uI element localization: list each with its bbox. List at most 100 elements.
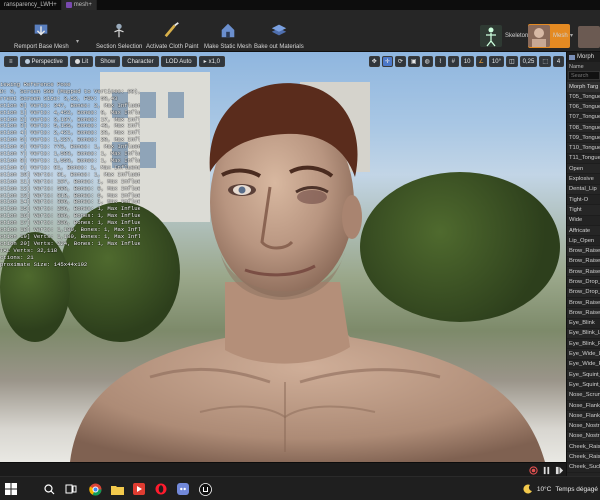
- tab-mesh[interactable]: mesh+: [61, 0, 97, 10]
- grid-snap-icon[interactable]: #: [447, 56, 459, 67]
- rotate-tool-icon[interactable]: ⟳: [394, 56, 406, 67]
- opera-icon[interactable]: [154, 482, 168, 496]
- stats-line: proximate Size: 145x44x192: [0, 260, 88, 268]
- morph-target-list: T05_Tongue T06_Tongue T07_Tongue T08_Tongue…: [567, 92, 600, 473]
- windows-taskbar: 10°C Temps dégagé: [0, 476, 600, 500]
- morph-target-item[interactable]: Tight-O: [567, 195, 600, 206]
- unreal-engine-icon[interactable]: [198, 482, 212, 496]
- morph-target-item[interactable]: Brow_Raise: [567, 246, 600, 257]
- chrome-icon[interactable]: [88, 482, 102, 496]
- morph-target-item[interactable]: Eye_Blink_R: [567, 339, 600, 350]
- skeleton-mode-button[interactable]: Skeleton: [480, 24, 528, 48]
- camera-speed-icon[interactable]: ⬚: [539, 56, 551, 67]
- morph-target-item[interactable]: Nose_Nostri: [567, 422, 600, 432]
- surface-snap-icon[interactable]: ⌇: [434, 56, 446, 67]
- remport-dropdown-icon[interactable]: ▾: [76, 38, 79, 45]
- morph-target-item[interactable]: Nose_Flank: [567, 411, 600, 422]
- lod-auto-button[interactable]: LOD Auto: [160, 56, 197, 67]
- morph-target-item[interactable]: Eye_Blink: [567, 319, 600, 329]
- scale-snap-value[interactable]: 0,25: [519, 56, 538, 67]
- perspective-button[interactable]: Perspective: [19, 56, 68, 67]
- morph-target-item[interactable]: Brow_Raise: [567, 267, 600, 278]
- section-selection-button[interactable]: Section Selection: [96, 12, 142, 50]
- scale-snap-icon[interactable]: ◫: [505, 56, 518, 67]
- grid-snap-value[interactable]: 10: [460, 56, 474, 67]
- morph-target-item[interactable]: Nose_Nostri: [567, 431, 600, 443]
- document-tabs: ransparency_LWH+ mesh+: [0, 0, 600, 10]
- world-local-icon[interactable]: ◍: [421, 56, 433, 67]
- morph-target-item[interactable]: Nose_Scrun: [567, 390, 600, 401]
- viewport-options-button[interactable]: ≡: [4, 56, 18, 67]
- loop-icon[interactable]: [555, 466, 564, 475]
- morph-target-item[interactable]: Cheek_Raise: [567, 452, 600, 463]
- light-icon: [74, 59, 80, 64]
- morph-target-item[interactable]: Open: [567, 164, 600, 175]
- morph-target-item[interactable]: T05_Tongue: [567, 92, 600, 103]
- morph-target-item[interactable]: T07_Tongue: [567, 113, 600, 123]
- mesh-mode-button[interactable]: Mesh: [528, 24, 570, 48]
- morph-target-column-header[interactable]: Morph Targ: [567, 82, 600, 92]
- morph-target-item[interactable]: T10_Tongue: [567, 143, 600, 154]
- temperature[interactable]: 10°C: [537, 486, 552, 493]
- morph-target-item[interactable]: Dental_Lip: [567, 184, 600, 195]
- morph-target-item[interactable]: T06_Tongue: [567, 102, 600, 113]
- morph-target-item[interactable]: Eye_Wide_R: [567, 360, 600, 371]
- morph-target-item[interactable]: Nose_Flank: [567, 401, 600, 412]
- select-tool-icon[interactable]: ✥: [368, 56, 380, 67]
- media-icon[interactable]: [132, 482, 146, 496]
- bake-out-materials-button[interactable]: Bake out Materials: [254, 12, 304, 50]
- morph-target-item[interactable]: T11_Tongue: [567, 154, 600, 165]
- morph-target-item[interactable]: Cheek_Raise: [567, 442, 600, 453]
- angle-snap-value[interactable]: 10°: [488, 56, 504, 67]
- morph-target-item[interactable]: Tight: [567, 205, 600, 216]
- lit-button[interactable]: Lit: [69, 56, 94, 67]
- weather-description[interactable]: Temps dégagé: [555, 486, 598, 493]
- tab-transparency[interactable]: ransparency_LWH+: [0, 0, 62, 10]
- mode-dropdown-icon[interactable]: ▾: [570, 32, 573, 39]
- morph-target-item[interactable]: Affricate: [567, 225, 600, 237]
- morph-target-item[interactable]: Eye_Squint_: [567, 380, 600, 391]
- morph-target-item[interactable]: Eye_Wide_L: [567, 349, 600, 360]
- record-icon[interactable]: [529, 466, 538, 475]
- task-view-icon[interactable]: [64, 482, 78, 496]
- morph-target-item[interactable]: Brow_Drop_: [567, 287, 600, 298]
- morph-target-item[interactable]: Brow_Drop_: [567, 277, 600, 288]
- morph-target-panel: Morph Name Search Morph Targ T05_Tongue T…: [566, 52, 600, 476]
- morph-target-item[interactable]: Cheek_Suck: [567, 463, 600, 473]
- morph-target-item[interactable]: Eye_Blink_L: [567, 328, 600, 340]
- viewport-toolbar: ≡ Perspective Lit Show Character LOD Aut…: [4, 56, 225, 68]
- import-icon: [35, 24, 48, 36]
- mesh-asset-icon: [65, 2, 72, 8]
- morph-target-item[interactable]: Brow_Raise: [567, 257, 600, 268]
- morph-target-item[interactable]: T09_Tongue: [567, 133, 600, 144]
- search-icon[interactable]: [42, 482, 56, 496]
- morph-target-item[interactable]: Explosive: [567, 174, 600, 185]
- morph-search-input[interactable]: Search: [568, 71, 600, 80]
- paintbrush-icon: [164, 22, 180, 38]
- remport-base-mesh-button[interactable]: Remport Base Mesh: [14, 12, 69, 50]
- transform-tools: ✥ ✛ ⟳ ▣ ◍ ⌇ # 10 ∠ 10° ◫ 0,25 ⬚ 4: [368, 56, 564, 68]
- morph-target-item[interactable]: Eye_Squint_: [567, 370, 600, 381]
- translate-tool-icon[interactable]: ✛: [381, 56, 393, 67]
- playback-speed-button[interactable]: ▸ x1,0: [198, 56, 225, 67]
- angle-snap-icon[interactable]: ∠: [475, 56, 487, 67]
- animation-mode-button[interactable]: [578, 26, 600, 48]
- discord-app-icon[interactable]: [176, 482, 190, 496]
- scale-tool-icon[interactable]: ▣: [407, 56, 420, 67]
- camera-speed-value[interactable]: 4: [553, 56, 564, 67]
- morph-target-item[interactable]: Lip_Open: [567, 236, 600, 247]
- show-button[interactable]: Show: [95, 56, 121, 67]
- morph-target-item[interactable]: Brow_Raise: [567, 298, 600, 309]
- morph-name-header: Name: [569, 63, 584, 70]
- make-static-mesh-button[interactable]: Make Static Mesh: [204, 12, 252, 50]
- activate-cloth-paint-button[interactable]: Activate Cloth Paint: [146, 12, 198, 50]
- morph-panel-tab[interactable]: Morph: [567, 52, 600, 62]
- morph-target-item[interactable]: T08_Tongue: [567, 122, 600, 134]
- morph-target-item[interactable]: Wide: [567, 216, 600, 226]
- file-explorer-icon[interactable]: [110, 482, 124, 496]
- preview-viewport[interactable]: ≡ Perspective Lit Show Character LOD Aut…: [0, 52, 566, 462]
- pause-icon[interactable]: [542, 466, 551, 475]
- morph-target-item[interactable]: Brow_Raise: [567, 308, 600, 319]
- windows-start-icon[interactable]: [4, 482, 18, 496]
- character-button[interactable]: Character: [122, 56, 159, 67]
